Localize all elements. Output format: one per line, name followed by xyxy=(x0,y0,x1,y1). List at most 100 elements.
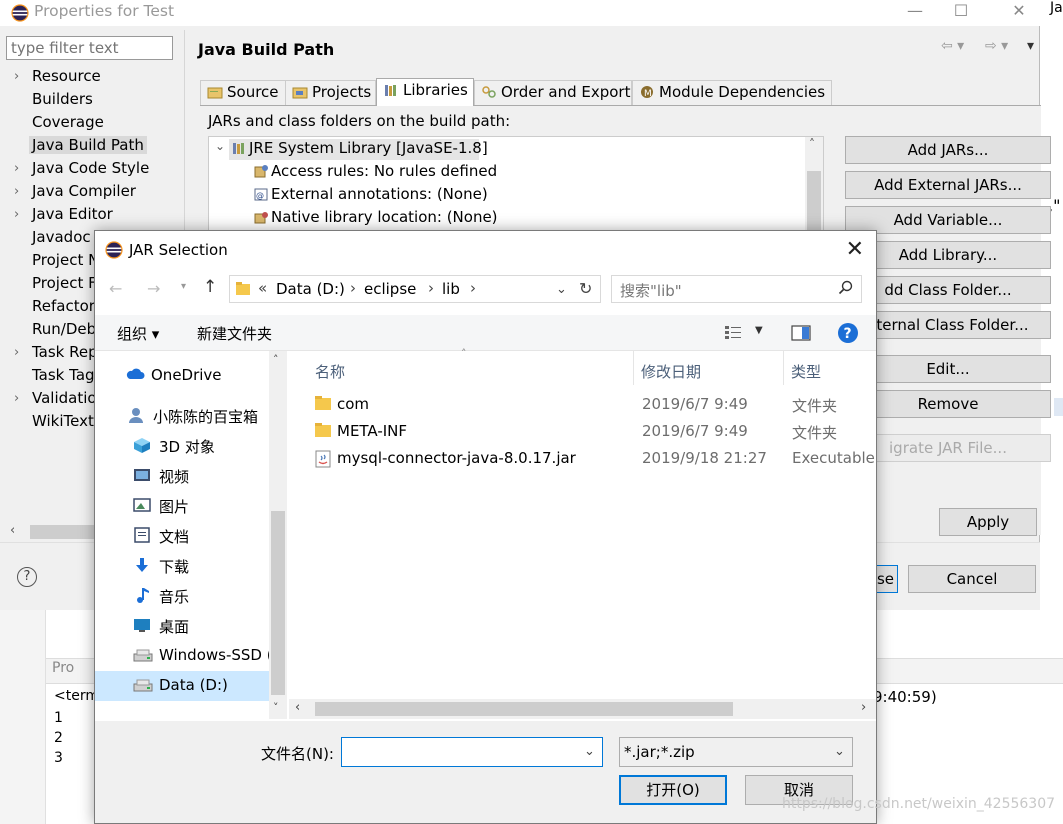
nav-item[interactable]: Builders xyxy=(32,90,93,108)
nav-pane-item[interactable]: 下载 xyxy=(95,551,269,581)
expand-arrow-icon[interactable]: › xyxy=(14,69,19,84)
scroll-up-icon[interactable]: ˄ xyxy=(809,137,815,151)
menu-icon[interactable]: ▾ xyxy=(1027,38,1034,54)
tab-libraries[interactable]: Libraries xyxy=(376,78,474,106)
tree-row-jre[interactable]: JRE System Library [JavaSE-1.8] xyxy=(231,139,488,157)
address-dropdown-icon[interactable]: ⌄ xyxy=(556,282,567,297)
forward-arrow-icon[interactable]: → xyxy=(147,279,160,298)
tab-order-export[interactable]: Order and Export xyxy=(474,80,632,106)
open-button[interactable]: 打开(O) xyxy=(619,775,727,805)
nav-item[interactable]: Run/Deb xyxy=(32,320,96,338)
scroll-thumb[interactable] xyxy=(315,702,733,716)
view-dropdown-icon[interactable]: ▼ xyxy=(755,325,763,336)
file-row[interactable]: mysql-connector-java-8.0.17.jar 2019/9/18… xyxy=(289,446,875,473)
nav-pane-item[interactable]: 视频 xyxy=(95,461,269,491)
column-name[interactable]: 名称 xyxy=(315,361,345,382)
view-options-icon[interactable] xyxy=(725,325,743,339)
side-button[interactable]: Add JARs... xyxy=(845,136,1051,164)
nav-pane-item[interactable]: OneDrive xyxy=(95,361,269,391)
scroll-up-icon[interactable]: ˄ xyxy=(273,353,279,366)
search-input[interactable]: 搜索"lib" xyxy=(611,275,862,303)
nav-item[interactable]: Java Code Style xyxy=(32,159,149,177)
help-icon[interactable]: ? xyxy=(837,322,859,344)
tab-source[interactable]: Source xyxy=(200,80,286,106)
new-folder-button[interactable]: 新建文件夹 xyxy=(197,323,272,344)
nav-item[interactable]: Validatio xyxy=(32,389,97,407)
nav-item[interactable]: Project F xyxy=(32,274,97,292)
nav-item[interactable]: Project N xyxy=(32,251,99,269)
address-part[interactable]: lib xyxy=(442,280,460,298)
side-button[interactable]: Add External JARs... xyxy=(845,171,1051,199)
column-date[interactable]: 修改日期 xyxy=(641,361,701,382)
filename-input[interactable]: ⌄ xyxy=(341,737,603,767)
up-arrow-icon[interactable]: ↑ xyxy=(203,277,217,297)
expand-arrow-icon[interactable]: › xyxy=(14,184,19,199)
nav-item[interactable]: Java Build Path xyxy=(29,136,147,154)
scroll-left-icon[interactable]: ‹ xyxy=(10,523,15,538)
console-tab[interactable]: Pro xyxy=(52,660,74,676)
chevron-right-icon[interactable]: › xyxy=(470,279,476,297)
tree-row-native-library[interactable]: Native library location: (None) xyxy=(253,208,498,226)
scroll-left-icon[interactable]: ‹ xyxy=(295,700,300,715)
file-hscrollbar[interactable]: ‹ › xyxy=(289,699,876,719)
nav-pane-item[interactable]: Windows-SSD ( xyxy=(95,641,273,671)
address-part[interactable]: Data (D:) xyxy=(276,280,345,298)
tree-row-access-rules[interactable]: Access rules: No rules defined xyxy=(253,162,497,180)
expand-arrow-icon[interactable]: › xyxy=(14,345,19,360)
apply-button[interactable]: Apply xyxy=(939,508,1037,536)
nav-pane-item[interactable]: 3D 对象 xyxy=(95,431,269,461)
minimize-button[interactable]: — xyxy=(892,0,938,26)
nav-pane-item[interactable]: 文档 xyxy=(95,521,269,551)
chevron-right-icon[interactable]: › xyxy=(428,279,434,297)
expand-arrow-icon[interactable]: › xyxy=(14,161,19,176)
refresh-button[interactable]: ↻ xyxy=(573,275,601,303)
nav-item[interactable]: Java Editor xyxy=(32,205,113,223)
nav-item[interactable]: Coverage xyxy=(32,113,104,131)
expand-chevron-icon[interactable]: ⌄ xyxy=(215,139,225,153)
nav-pane-item[interactable]: 桌面 xyxy=(95,611,269,641)
tree-row-external-annotations[interactable]: @ External annotations: (None) xyxy=(253,185,488,203)
scroll-thumb[interactable] xyxy=(271,511,285,695)
expand-arrow-icon[interactable]: › xyxy=(14,391,19,406)
help-icon[interactable]: ? xyxy=(17,567,37,587)
address-bar[interactable]: « Data (D:) › eclipse › lib › ⌄ xyxy=(229,275,599,303)
close-button[interactable]: ✕ xyxy=(996,0,1042,26)
search-icon[interactable] xyxy=(838,280,854,296)
cancel-button[interactable]: Cancel xyxy=(908,565,1036,593)
nav-item[interactable]: Javadoc xyxy=(32,228,91,246)
expand-arrow-icon[interactable]: › xyxy=(14,207,19,222)
filename-dropdown-icon[interactable]: ⌄ xyxy=(584,744,595,759)
file-row[interactable]: com 2019/6/7 9:49 文件夹 xyxy=(289,392,874,419)
nav-item[interactable]: Task Rep xyxy=(32,343,98,361)
recent-chevron-icon[interactable]: ▾ xyxy=(181,281,186,292)
nav-item[interactable]: Refactor xyxy=(32,297,95,315)
scroll-down-icon[interactable]: ˅ xyxy=(273,701,279,714)
preview-pane-icon[interactable] xyxy=(791,325,811,341)
nav-pane-item[interactable]: 音乐 xyxy=(95,581,269,611)
column-type[interactable]: 类型 xyxy=(791,361,821,382)
back-arrow-icon[interactable]: ← xyxy=(109,279,122,298)
filetype-select[interactable]: *.jar;*.zip ⌄ xyxy=(619,737,853,767)
scroll-right-icon[interactable]: › xyxy=(861,700,866,715)
forward-icon[interactable]: ⇨ ▾ xyxy=(985,38,1008,54)
file-row[interactable]: META-INF 2019/6/7 9:49 文件夹 xyxy=(289,419,874,446)
nav-item[interactable]: Task Tag xyxy=(32,366,95,384)
nav-pane-item[interactable]: 小陈陈的百宝箱 xyxy=(95,401,269,431)
back-icon[interactable]: ⇦ ▾ xyxy=(941,38,964,54)
column-divider[interactable] xyxy=(783,351,784,385)
nav-pane-item[interactable]: Data (D:) xyxy=(95,671,269,701)
nav-item[interactable]: Resource xyxy=(32,67,101,85)
filter-input[interactable] xyxy=(6,36,173,60)
nav-item[interactable]: Java Compiler xyxy=(32,182,136,200)
maximize-button[interactable]: ☐ xyxy=(938,0,984,26)
chevron-right-icon[interactable]: › xyxy=(350,279,356,297)
filetype-dropdown-icon[interactable]: ⌄ xyxy=(834,744,845,759)
tab-module-dependencies[interactable]: M Module Dependencies xyxy=(632,80,832,106)
close-icon[interactable]: ✕ xyxy=(846,237,864,262)
column-divider[interactable] xyxy=(633,351,634,385)
organize-button[interactable]: 组织 ▾ xyxy=(117,323,159,344)
tab-projects[interactable]: Projects xyxy=(285,80,376,106)
address-part[interactable]: eclipse xyxy=(364,280,416,298)
nav-pane-item[interactable]: 图片 xyxy=(95,491,269,521)
scroll-thumb[interactable] xyxy=(807,171,821,231)
